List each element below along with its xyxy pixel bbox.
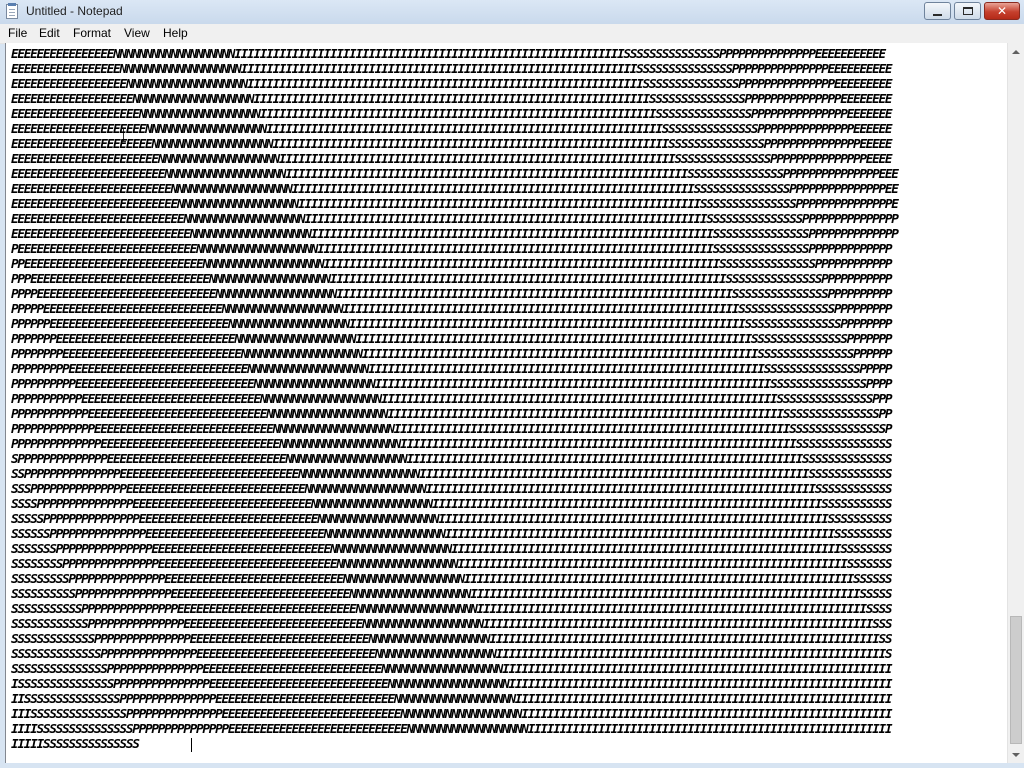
- notepad-window: Untitled - Notepad ✕ File Edit Format Vi…: [0, 0, 1024, 768]
- text-line: EEEEEEEEEEEEEEEEEEEEENNNNNNNNNNNNNNNNNNN…: [11, 121, 893, 136]
- text-editor[interactable]: EEEEEEEEEEEEEEEENNNNNNNNNNNNNNNNNNNIIIII…: [5, 43, 1007, 763]
- text-line: PPPPPPEEEEEEEEEEEEEEEEEEEEEEEEEEEENNNNNN…: [11, 316, 893, 331]
- text-line: IIISSSSSSSSSSSSSSSPPPPPPPPPPPPPPPEEEEEEE…: [11, 706, 893, 721]
- text-line: EEEEEEEEEEEEEEEEEEEEEEEEENNNNNNNNNNNNNNN…: [11, 181, 899, 196]
- maximize-button[interactable]: [954, 2, 981, 20]
- text-line: PPPPPPPPPPPPEEEEEEEEEEEEEEEEEEEEEEEEEEEE…: [11, 406, 893, 421]
- text-line: SSSPPPPPPPPPPPPPPPEEEEEEEEEEEEEEEEEEEEEE…: [11, 481, 893, 496]
- text-line: PEEEEEEEEEEEEEEEEEEEEEEEEEEEENNNNNNNNNNN…: [11, 241, 893, 256]
- text-line: SSSSSSSSSSSSPPPPPPPPPPPPPPPEEEEEEEEEEEEE…: [11, 616, 893, 631]
- menu-view[interactable]: View: [124, 26, 150, 40]
- text-line: SSSSSSSSSSSSSSSPPPPPPPPPPPPPPPEEEEEEEEEE…: [11, 661, 893, 676]
- text-line: SSSSSSSSSSSPPPPPPPPPPPPPPPEEEEEEEEEEEEEE…: [11, 601, 893, 616]
- text-line: PPPPPPPPPPPPPEEEEEEEEEEEEEEEEEEEEEEEEEEE…: [11, 421, 893, 436]
- title-bar[interactable]: Untitled - Notepad ✕: [0, 0, 1024, 24]
- text-line: EEEEEEEEEEEEEEEEEEEEEEEEEEEENNNNNNNNNNNN…: [11, 226, 899, 241]
- text-line: SSSSSPPPPPPPPPPPPPPPEEEEEEEEEEEEEEEEEEEE…: [11, 511, 893, 526]
- text-line: PPPPPPPEEEEEEEEEEEEEEEEEEEEEEEEEEEENNNNN…: [11, 331, 893, 346]
- text-line: PPPPPEEEEEEEEEEEEEEEEEEEEEEEEEEEENNNNNNN…: [11, 301, 893, 316]
- text-line: SSSSSSSSSSSSSPPPPPPPPPPPPPPPEEEEEEEEEEEE…: [11, 631, 893, 646]
- menu-format[interactable]: Format: [73, 26, 111, 40]
- maximize-icon: [962, 7, 973, 15]
- menu-bar: File Edit Format View Help: [0, 24, 1024, 44]
- text-line: SSSSSSPPPPPPPPPPPPPPPEEEEEEEEEEEEEEEEEEE…: [11, 526, 893, 541]
- minimize-button[interactable]: [924, 2, 951, 20]
- text-line: PPPPPPPPPEEEEEEEEEEEEEEEEEEEEEEEEEEEENNN…: [11, 361, 893, 376]
- text-line: EEEEEEEEEEEEEEEEEEEEEENNNNNNNNNNNNNNNNNN…: [11, 136, 893, 151]
- minimize-icon: [933, 13, 942, 16]
- text-line: IISSSSSSSSSSSSSSSPPPPPPPPPPPPPPPEEEEEEEE…: [11, 691, 893, 706]
- text-line: EEEEEEEEEEEEEEEEEEEEEEEEEENNNNNNNNNNNNNN…: [11, 196, 899, 211]
- text-line: PPEEEEEEEEEEEEEEEEEEEEEEEEEEEENNNNNNNNNN…: [11, 256, 893, 271]
- text-line: PPPPPPPPPPEEEEEEEEEEEEEEEEEEEEEEEEEEEENN…: [11, 376, 893, 391]
- close-button[interactable]: ✕: [984, 2, 1020, 20]
- close-icon: ✕: [996, 4, 1008, 18]
- window-title: Untitled - Notepad: [26, 4, 123, 18]
- text-line: SPPPPPPPPPPPPPPEEEEEEEEEEEEEEEEEEEEEEEEE…: [11, 451, 893, 466]
- scroll-up-arrow-icon: [1012, 49, 1020, 54]
- scroll-down-arrow-icon: [1012, 752, 1020, 757]
- scroll-up-button[interactable]: [1008, 43, 1024, 60]
- text-line: PPPPPPPPEEEEEEEEEEEEEEEEEEEEEEEEEEEENNNN…: [11, 346, 893, 361]
- text-line: SSPPPPPPPPPPPPPPPEEEEEEEEEEEEEEEEEEEEEEE…: [11, 466, 893, 481]
- text-caret: [191, 738, 192, 752]
- text-line: SSSSSSSSSSPPPPPPPPPPPPPPPEEEEEEEEEEEEEEE…: [11, 586, 893, 601]
- menu-file[interactable]: File: [8, 26, 27, 40]
- text-line: PPPEEEEEEEEEEEEEEEEEEEEEEEEEEEENNNNNNNNN…: [11, 271, 893, 286]
- text-line: SSSSSSSSPPPPPPPPPPPPPPPEEEEEEEEEEEEEEEEE…: [11, 556, 893, 571]
- text-line: PPPPPPPPPPPEEEEEEEEEEEEEEEEEEEEEEEEEEEEN…: [11, 391, 893, 406]
- text-line: EEEEEEEEEEEEEEEEEEENNNNNNNNNNNNNNNNNNNII…: [11, 91, 893, 106]
- text-line: ISSSSSSSSSSSSSSSPPPPPPPPPPPPPPPEEEEEEEEE…: [11, 676, 893, 691]
- vertical-scrollbar[interactable]: [1007, 43, 1024, 763]
- menu-help[interactable]: Help: [163, 26, 188, 40]
- scroll-thumb[interactable]: [1010, 616, 1022, 744]
- text-line: EEEEEEEEEEEEEEEEEEEENNNNNNNNNNNNNNNNNNNI…: [11, 106, 893, 121]
- text-line: EEEEEEEEEEEEEEEENNNNNNNNNNNNNNNNNNNIIIII…: [11, 46, 886, 61]
- text-line: SSSSSSSPPPPPPPPPPPPPPPEEEEEEEEEEEEEEEEEE…: [11, 541, 893, 556]
- text-line: EEEEEEEEEEEEEEEEEEEEEEEEEEENNNNNNNNNNNNN…: [11, 211, 899, 226]
- text-line: IIIISSSSSSSSSSSSSSSPPPPPPPPPPPPPPPEEEEEE…: [11, 721, 893, 736]
- text-line: SSSSPPPPPPPPPPPPPPPEEEEEEEEEEEEEEEEEEEEE…: [11, 496, 893, 511]
- scroll-down-button[interactable]: [1008, 746, 1024, 763]
- text-line: IIIIISSSSSSSSSSSSSSS: [11, 736, 140, 751]
- window-bottom-border: [0, 763, 1024, 768]
- text-line: SSSSSSSSSPPPPPPPPPPPPPPPEEEEEEEEEEEEEEEE…: [11, 571, 893, 586]
- text-line: EEEEEEEEEEEEEEEEENNNNNNNNNNNNNNNNNNNIIII…: [11, 61, 893, 76]
- text-line: EEEEEEEEEEEEEEEEEEEEEEEENNNNNNNNNNNNNNNN…: [11, 166, 899, 181]
- text-line: SSSSSSSSSSSSSSPPPPPPPPPPPPPPPEEEEEEEEEEE…: [11, 646, 893, 661]
- text-line: EEEEEEEEEEEEEEEEEEEEEEENNNNNNNNNNNNNNNNN…: [11, 151, 893, 166]
- text-line: PPPPEEEEEEEEEEEEEEEEEEEEEEEEEEEENNNNNNNN…: [11, 286, 893, 301]
- menu-edit[interactable]: Edit: [39, 26, 60, 40]
- notepad-icon[interactable]: [6, 3, 18, 19]
- text-line: EEEEEEEEEEEEEEEEEENNNNNNNNNNNNNNNNNNNIII…: [11, 76, 893, 91]
- text-line: PPPPPPPPPPPPPPEEEEEEEEEEEEEEEEEEEEEEEEEE…: [11, 436, 893, 451]
